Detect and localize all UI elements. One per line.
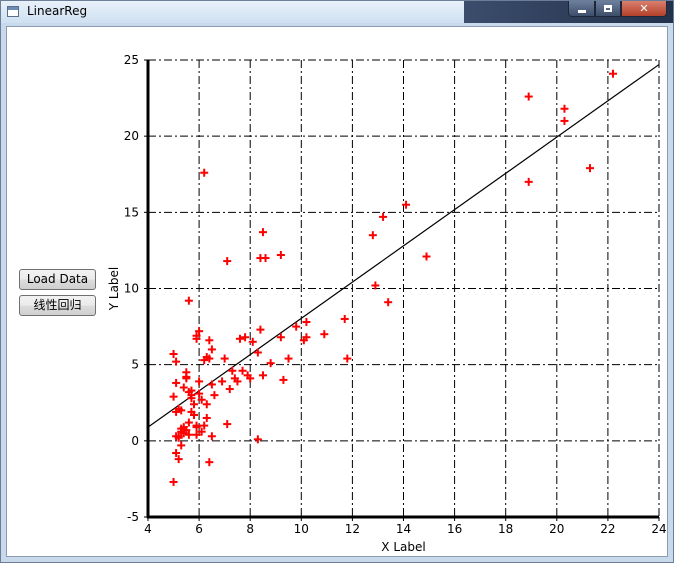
close-button[interactable]: ✕: [621, 1, 667, 17]
x-tick-label: 18: [498, 522, 513, 536]
data-point: [238, 366, 247, 375]
data-point: [560, 104, 569, 113]
data-point: [422, 252, 431, 261]
data-point: [384, 298, 393, 307]
data-point: [261, 254, 270, 263]
data-point: [169, 350, 178, 359]
y-tick-label: 0: [131, 434, 139, 448]
data-point: [210, 391, 219, 400]
data-point: [184, 296, 193, 305]
data-point: [202, 413, 211, 422]
y-tick-label: 25: [124, 53, 139, 67]
regression-line: [147, 64, 660, 428]
data-point: [524, 92, 533, 101]
y-axis-label: Y Label: [107, 267, 121, 312]
data-point: [205, 336, 214, 345]
x-tick-label: 10: [294, 522, 309, 536]
data-point: [284, 354, 293, 363]
client-area: Load Data 线性回归 4 6 8 10 12 14 16 18 20 22 24 -5 0 5 10…: [6, 26, 668, 557]
data-point: [256, 325, 265, 334]
data-point: [220, 354, 229, 363]
data-point: [218, 377, 227, 386]
data-point: [207, 380, 216, 389]
x-tick-label: 14: [396, 522, 411, 536]
data-point: [524, 177, 533, 186]
data-point: [172, 357, 181, 366]
window-title: LinearReg: [27, 4, 88, 18]
plot-axes: [144, 59, 660, 521]
data-point: [200, 168, 209, 177]
data-point: [266, 359, 275, 368]
data-point: [253, 348, 262, 357]
app-icon: [7, 6, 19, 17]
x-tick-label: 12: [345, 522, 360, 536]
data-point: [609, 69, 618, 78]
data-point: [258, 371, 267, 380]
y-tick-label: 15: [124, 205, 139, 219]
y-tick-label: 10: [124, 282, 139, 296]
data-point: [241, 333, 250, 342]
data-point: [586, 164, 595, 173]
close-icon: ✕: [639, 2, 649, 15]
plot-grid: [148, 59, 660, 517]
app-window: LinearReg ✕ Load Data 线性回归 4 6 8 10 12 14 16 18…: [0, 0, 674, 563]
data-point: [202, 400, 211, 409]
data-point: [195, 377, 204, 386]
data-point: [182, 372, 191, 381]
data-point: [320, 330, 329, 339]
data-point: [223, 420, 232, 429]
data-point: [302, 318, 311, 327]
data-point: [177, 441, 186, 450]
minimize-icon: [577, 9, 586, 13]
data-point: [276, 250, 285, 259]
data-point: [228, 366, 237, 375]
y-tick-label: 5: [131, 358, 139, 372]
data-point: [253, 435, 262, 444]
data-point: [223, 257, 232, 266]
data-point: [207, 345, 216, 354]
y-tick-label: -5: [127, 510, 139, 524]
scatter-plot: 4 6 8 10 12 14 16 18 20 22 24-50510152025 X Label …: [107, 53, 667, 554]
data-point: [184, 418, 193, 427]
x-tick-label: 8: [246, 522, 254, 536]
data-point: [225, 385, 234, 394]
data-points: [169, 69, 618, 486]
x-axis-label: X Label: [381, 540, 425, 554]
x-tick-label: 22: [600, 522, 615, 536]
data-point: [340, 314, 349, 323]
data-point: [169, 392, 178, 401]
data-point: [258, 228, 267, 237]
minimize-button[interactable]: [568, 1, 595, 17]
x-tick-label: 6: [195, 522, 203, 536]
y-tick-label: 20: [124, 129, 139, 143]
data-point: [560, 116, 569, 125]
data-point: [172, 378, 181, 387]
x-tick-label: 16: [447, 522, 462, 536]
x-tick-label: 4: [144, 522, 152, 536]
data-point: [205, 458, 214, 467]
regression-line-group: [147, 64, 660, 428]
title-bar[interactable]: LinearReg ✕: [1, 1, 673, 23]
data-point: [179, 383, 188, 392]
data-point: [169, 477, 178, 486]
x-tick-label: 24: [651, 522, 666, 536]
data-point: [235, 334, 244, 343]
data-point: [379, 212, 388, 221]
tick-labels: 4 6 8 10 12 14 16 18 20 22 24 -5 0 5 10 15 20 25: [124, 53, 667, 536]
maximize-button[interactable]: [595, 1, 621, 17]
data-point: [343, 354, 352, 363]
data-point: [368, 231, 377, 240]
data-point: [207, 432, 216, 441]
maximize-icon: [604, 5, 612, 12]
data-point: [279, 375, 288, 384]
x-tick-label: 20: [549, 522, 564, 536]
